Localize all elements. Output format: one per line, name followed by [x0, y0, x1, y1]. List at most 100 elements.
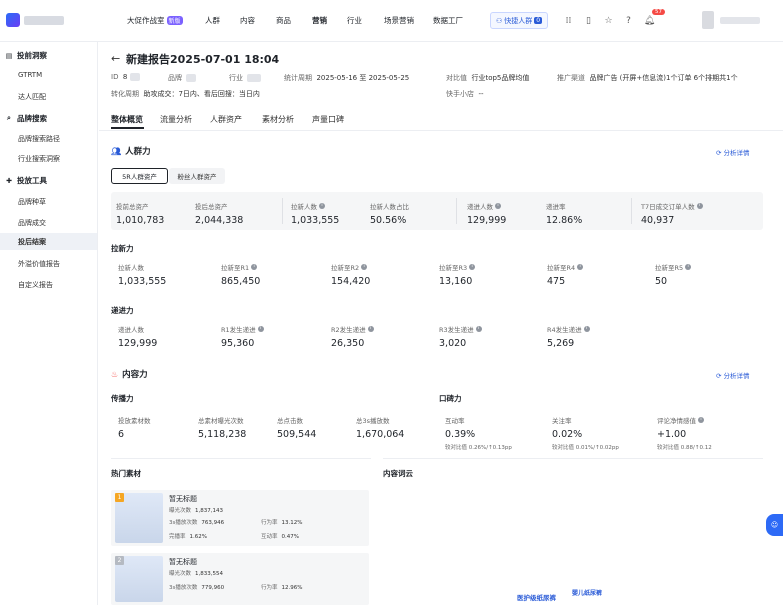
assistant-robot-icon[interactable]: ☺ [766, 514, 783, 536]
metric-label: 递进人数 [467, 203, 493, 211]
word-cloud-word[interactable]: 医护级纸尿裤 [517, 592, 556, 602]
metric-label: 总素材曝光次数 [198, 417, 244, 425]
info-icon[interactable]: i [319, 203, 325, 209]
metric-new-users: 拉新人数 i 1,033,555 [291, 201, 339, 226]
material-card[interactable]: 1 暂无标题 曝光次数 1,837,143 3s播放次数 763,946 行为率 13… [111, 490, 369, 546]
metric-label: 拉新至R4 [547, 264, 576, 272]
metric-value: 12.86% [546, 215, 583, 226]
info-icon[interactable]: i [696, 203, 703, 209]
divider [456, 198, 457, 224]
metric-value: 95,360 [221, 338, 255, 349]
metric-adv-r2: R2发生递进 i 26,350 [331, 324, 374, 349]
nav-item-data-factory[interactable]: 数据工厂 [433, 15, 463, 26]
kv-label: 3s播放次数 [169, 520, 198, 526]
material-exposure: 曝光次数 1,833,554 [169, 569, 223, 577]
info-icon[interactable]: i [251, 264, 258, 270]
metric-value: 509,544 [277, 429, 317, 440]
nav-item-scene[interactable]: 场景营销 [384, 15, 414, 26]
info-icon[interactable]: i [495, 203, 501, 209]
meta-compare: 对比值 行业top5品牌均值 [446, 73, 529, 83]
material-card[interactable]: 2 暂无标题 曝光次数 1,833,554 3s播放次数 779,960 行为率 12… [111, 553, 369, 605]
info-icon[interactable]: i [361, 264, 368, 270]
metric-label: T7日成交订单人数 [641, 203, 695, 211]
info-icon[interactable]: i [367, 326, 374, 332]
metric-compare: 较对比值 0.88/↑0.12 [657, 445, 712, 451]
analysis-icon: ⟳ [716, 372, 724, 380]
crowd-detail-link[interactable]: ⟳ 分析详情 [716, 147, 750, 157]
divider [282, 198, 283, 224]
tab-material[interactable]: 素材分析 [262, 114, 294, 125]
tab-overview[interactable]: 整体概览 [111, 114, 143, 125]
tab-crowd-assets[interactable]: 人群资产 [210, 114, 242, 125]
nav-item-crowd[interactable]: 人群 [205, 15, 220, 26]
metric-compare: 较对比值 0.01%/↑0.02pp [552, 445, 619, 451]
metric-material-count: 投放素材数 6 [118, 415, 151, 440]
bell-icon[interactable]: 🔔︎ [644, 15, 655, 26]
material-thumbnail[interactable]: 1 [115, 493, 163, 543]
metric-value: 475 [547, 276, 566, 287]
nav-item-product[interactable]: 商品 [276, 15, 291, 26]
metric-value: 13,160 [439, 276, 473, 287]
sidebar-item-industry-search[interactable]: 行业搜索洞察 [18, 154, 60, 164]
info-icon[interactable]: i [257, 326, 264, 332]
app-logo[interactable] [6, 13, 64, 29]
info-icon[interactable]: i [475, 326, 482, 332]
grid-icon[interactable]: ⁞⁞ [563, 15, 574, 26]
pill-5r-assets[interactable]: 5R人群资产 [111, 168, 168, 184]
nav-item-content[interactable]: 内容 [240, 15, 255, 26]
sidebar-group-pre-insight[interactable]: ▤ 投前洞察 [5, 50, 47, 61]
content-detail-link[interactable]: ⟳ 分析详情 [716, 370, 750, 380]
info-icon[interactable]: i [577, 264, 584, 270]
metric-label: 总3s播放数 [356, 417, 390, 425]
metric-label: 递进人数 [118, 326, 144, 334]
analysis-icon: ⟳ [716, 149, 724, 157]
sidebar-item-brand-deal[interactable]: 品牌成交 [18, 218, 46, 228]
sidebar-item-custom-report[interactable]: 自定义报告 [18, 280, 53, 290]
meta-value: -- [478, 90, 484, 98]
metric-value: 40,937 [641, 215, 675, 226]
info-icon[interactable]: i [469, 264, 476, 270]
sidebar-item-search-path[interactable]: 品牌搜索路径 [18, 134, 60, 144]
account-name[interactable] [720, 17, 760, 24]
meta-value: 行业top5品牌均值 [471, 74, 530, 82]
sidebar-item-brand-seeding[interactable]: 品牌种草 [18, 197, 46, 207]
help-icon[interactable]: ? [623, 15, 634, 26]
sidebar-item-gtrtm[interactable]: GTRTM [18, 71, 42, 79]
metric-value: +1.00 [657, 429, 687, 440]
metric-adv-total: 递进人数 129,999 [118, 324, 157, 349]
metric-new-r5: 拉新至R5 i 50 [655, 262, 692, 287]
info-icon[interactable]: i [583, 326, 590, 332]
kv-value: 763,946 [201, 520, 225, 526]
sidebar-item-post-report[interactable]: 投后结案 [0, 233, 97, 250]
nav-item-marketing[interactable]: 营销 [312, 15, 327, 26]
material-play: 3s播放次数 779,960 [169, 583, 224, 591]
word-cloud-word[interactable]: 婴儿纸尿裤 [572, 588, 602, 597]
section-content-power: ♨ 内容力 [111, 368, 148, 381]
metric-value: 129,999 [118, 338, 158, 349]
star-icon[interactable]: ☆ [603, 15, 614, 26]
rank-badge: 2 [115, 556, 124, 565]
meta-label: 快手小店 [446, 90, 474, 98]
redacted [186, 74, 197, 82]
sidebar-group-ad-tools[interactable]: ✚ 投放工具 [5, 175, 47, 186]
material-thumbnail[interactable]: 2 [115, 556, 163, 602]
sidebar-group-brand-search[interactable]: ⌕ 品牌搜索 [5, 113, 47, 124]
metric-value: 154,420 [331, 276, 371, 287]
phone-icon[interactable]: ▯ [583, 15, 594, 26]
nav-item-industry[interactable]: 行业 [347, 15, 362, 26]
quick-crowd-button[interactable]: ⚇ 快捷人群 0 [490, 12, 548, 29]
metric-value: 1,033,555 [291, 215, 340, 226]
tab-voice[interactable]: 声量口碑 [312, 114, 344, 125]
kv-value: 1,837,143 [195, 508, 224, 514]
tab-traffic[interactable]: 流量分析 [160, 114, 192, 125]
info-icon[interactable]: i [685, 264, 692, 270]
pill-fans-assets[interactable]: 粉丝人群资产 [169, 168, 225, 184]
metric-value: 129,999 [467, 215, 507, 226]
sidebar-item-spillover[interactable]: 外溢价值报告 [18, 259, 60, 269]
info-icon[interactable]: i [698, 417, 704, 423]
nav-item-war-room[interactable]: 大促作战室 新版 [127, 15, 183, 26]
back-arrow-icon[interactable]: ← [111, 52, 120, 65]
sidebar-item-kol-match[interactable]: 达人匹配 [18, 92, 46, 102]
avatar[interactable] [702, 11, 714, 29]
kv-value: 0.47% [281, 534, 299, 540]
